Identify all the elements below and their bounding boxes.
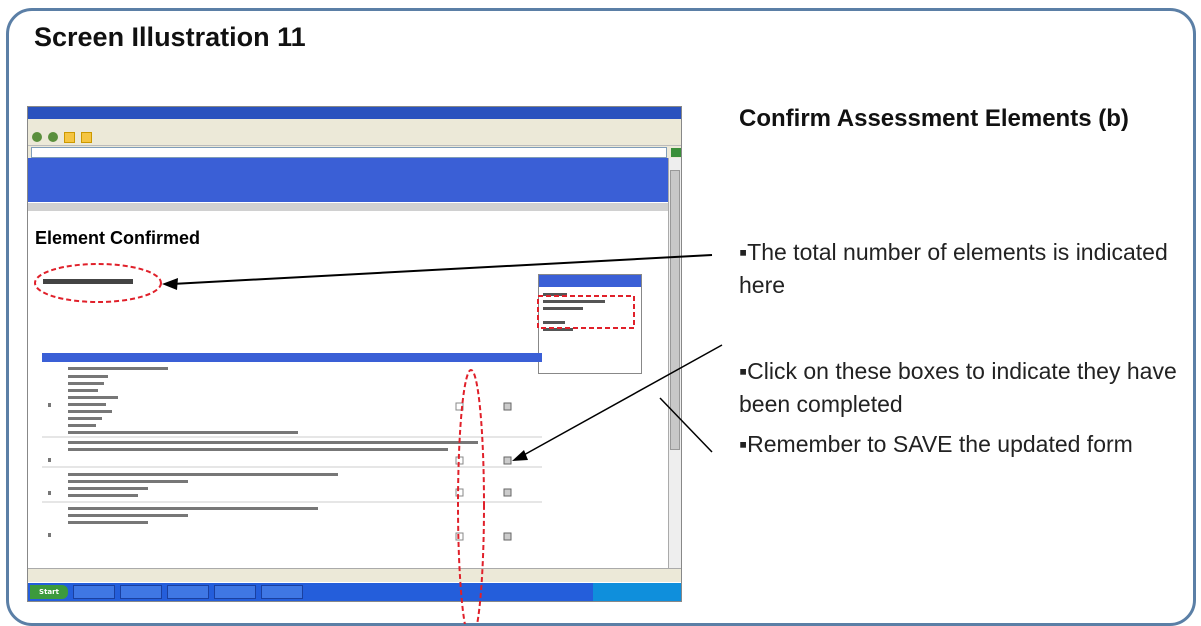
- bullet-element-count: ▪The total number of elements is indicat…: [739, 239, 1168, 298]
- checkbox-highlight-ellipse: [457, 369, 485, 624]
- checkbox-arrow: [521, 344, 723, 457]
- save-pointer-line: [659, 397, 713, 453]
- bullet-checkboxes: ▪Click on these boxes to indicate they h…: [739, 358, 1177, 417]
- count-arrowhead: [162, 278, 178, 290]
- bullet-save: ▪Remember to SAVE the updated form: [739, 431, 1133, 457]
- checkbox-arrowhead: [512, 450, 528, 461]
- annotation-layer: [34, 254, 723, 624]
- actions-highlight-box: [537, 295, 635, 329]
- count-highlight-ellipse: [34, 263, 162, 303]
- section-heading: Confirm Assessment Elements (b): [739, 105, 1129, 132]
- count-arrow: [171, 254, 713, 285]
